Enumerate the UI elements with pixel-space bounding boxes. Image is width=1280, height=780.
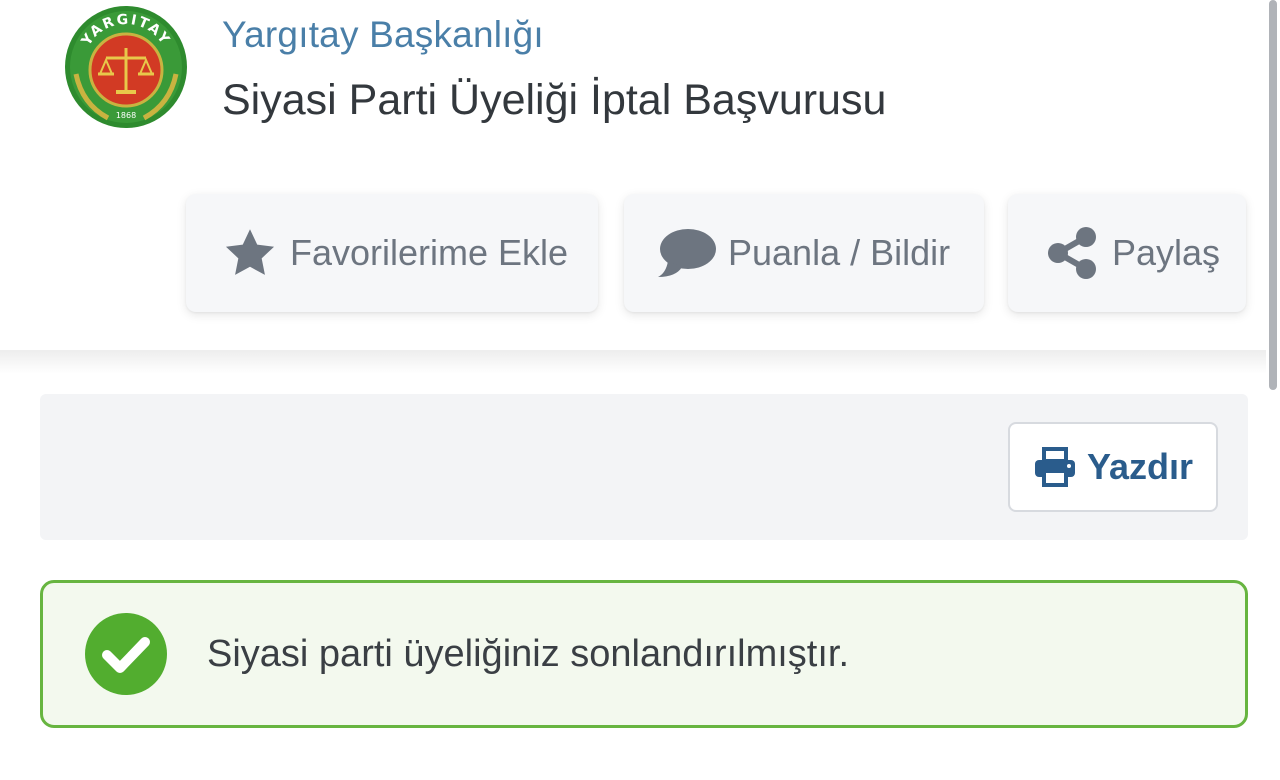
speech-bubble-icon [656,225,718,281]
rate-report-label: Puanla / Bildir [728,232,951,273]
institution-name[interactable]: Yargıtay Başkanlığı [222,14,544,56]
share-label: Paylaş [1112,232,1221,273]
share-icon [1046,225,1098,281]
scrollbar-thumb[interactable] [1269,0,1277,390]
check-circle-icon [85,613,167,695]
header-shadow [0,350,1266,374]
add-to-favorites-button[interactable]: Favorilerime Ekle [186,194,598,312]
success-alert: Siyasi parti üyeliğiniz sonlandırılmıştı… [40,580,1248,728]
print-label: Yazdır [1086,446,1194,487]
scrollbar[interactable] [1266,0,1280,780]
rate-report-button[interactable]: Puanla / Bildir [624,194,984,312]
page-header: YARGITAY 1868 Yargıtay Başkanlığı Siyasi… [0,0,1266,350]
success-message: Siyasi parti üyeliğiniz sonlandırılmıştı… [207,632,850,675]
printer-icon [1033,447,1077,487]
add-to-favorites-label: Favorilerime Ekle [290,232,569,273]
logo-year: 1868 [116,111,136,120]
star-icon [222,225,278,281]
yargitay-logo: YARGITAY 1868 [62,4,190,130]
print-button[interactable]: Yazdır [1008,422,1218,512]
service-title: Siyasi Parti Üyeliği İptal Başvurusu [222,76,887,124]
print-toolbar: Yazdır [40,394,1248,540]
share-button[interactable]: Paylaş [1008,194,1246,312]
